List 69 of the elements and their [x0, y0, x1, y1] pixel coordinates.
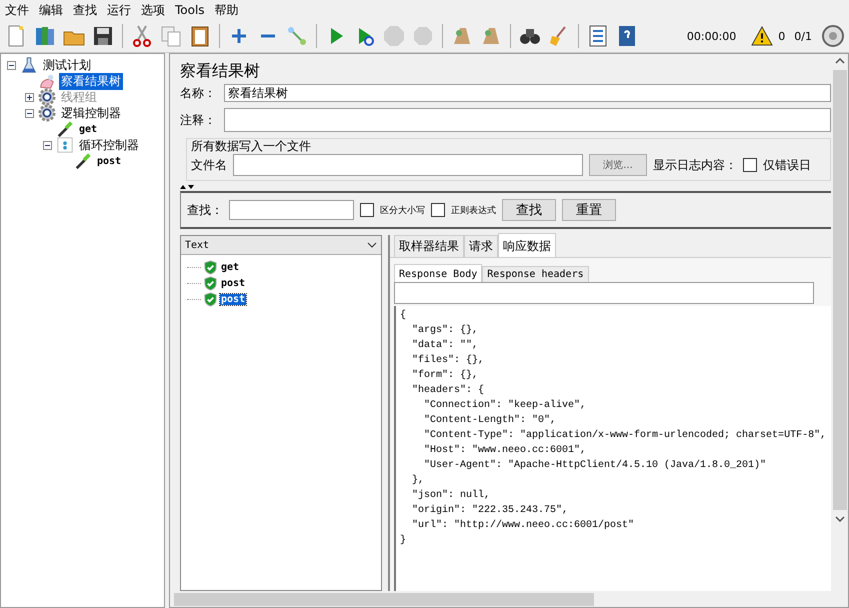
- tree-expander[interactable]: [43, 140, 53, 150]
- name-label: 名称：: [180, 84, 217, 102]
- tab[interactable]: 响应数据: [498, 233, 556, 257]
- errors-only-label: 仅错误日: [763, 156, 811, 174]
- response-search-field[interactable]: [394, 282, 814, 304]
- tree-item[interactable]: 察看结果树: [59, 72, 123, 90]
- group-title: 所有数据写入一个文件: [191, 138, 312, 154]
- comment-label: 注释：: [180, 112, 217, 128]
- loop-icon: [56, 136, 74, 154]
- elapsed-time: 00:00:00: [686, 30, 736, 42]
- menu-item[interactable]: 查找: [68, 2, 102, 18]
- pipette-icon: [56, 120, 74, 138]
- chevron-down-icon[interactable]: [835, 516, 845, 522]
- tab[interactable]: Response headers: [482, 266, 589, 282]
- status-indicator-icon: [821, 24, 845, 48]
- case-sensitive-checkbox[interactable]: [360, 203, 374, 217]
- shield-check-icon: [203, 292, 218, 306]
- name-field[interactable]: 察看结果树: [224, 84, 831, 102]
- menu-item[interactable]: 运行: [102, 2, 136, 18]
- reset-button[interactable]: 重置: [562, 199, 616, 221]
- menu-item[interactable]: Tools: [170, 3, 210, 17]
- tree-expander[interactable]: [7, 60, 17, 70]
- tab[interactable]: 取样器结果: [394, 235, 464, 257]
- result-item[interactable]: post: [220, 278, 246, 288]
- log-label: 显示日志内容：: [653, 156, 737, 174]
- thread-count: 0/1: [794, 30, 812, 42]
- shield-check-icon: [203, 276, 218, 290]
- comment-field[interactable]: [224, 108, 831, 132]
- menu-item[interactable]: 文件: [0, 2, 34, 18]
- pipette-icon: [74, 152, 92, 170]
- filename-label: 文件名: [191, 156, 227, 174]
- errors-only-checkbox[interactable]: [743, 158, 757, 172]
- result-item[interactable]: get: [220, 262, 240, 272]
- search-label: 查找：: [187, 202, 223, 218]
- renderer-dropdown[interactable]: Text: [181, 236, 381, 255]
- tab[interactable]: 请求: [464, 235, 498, 257]
- tree-item[interactable]: post: [95, 156, 124, 166]
- tab[interactable]: Response Body: [394, 264, 482, 282]
- gear-icon: [38, 104, 56, 122]
- find-button[interactable]: 查找: [502, 199, 556, 221]
- panel-title: 察看结果树: [180, 60, 261, 82]
- result-item[interactable]: post: [220, 294, 246, 304]
- regex-label: 正则表达式: [451, 204, 496, 216]
- filename-field[interactable]: [233, 154, 583, 176]
- tree-item[interactable]: 循环控制器: [77, 136, 141, 154]
- tree-expander[interactable]: [25, 108, 35, 118]
- splitter-arrows-icon[interactable]: [180, 184, 194, 190]
- floppy-icon[interactable]: [91, 24, 115, 48]
- tree-item[interactable]: 逻辑控制器: [59, 104, 123, 122]
- menu-item[interactable]: 帮助: [210, 2, 244, 18]
- case-sensitive-label: 区分大小写: [380, 204, 425, 216]
- tree-item[interactable]: get: [77, 124, 100, 134]
- browse-button[interactable]: 浏览...: [589, 154, 647, 176]
- search-field[interactable]: [229, 200, 354, 220]
- tree-item[interactable]: 测试计划: [41, 56, 93, 74]
- regex-checkbox[interactable]: [431, 203, 445, 217]
- warning-icon: [751, 26, 774, 46]
- menu-item[interactable]: 选项: [136, 2, 170, 18]
- menu-item[interactable]: 编辑: [34, 2, 68, 18]
- books-icon[interactable]: [33, 24, 57, 48]
- response-body: { "args": {}, "data": "", "files": {}, "form": {}, "headers": { "Connection": "keep-alive", "Content-Length": "0", "Content-Type": "application/x-www-form-urlencoded; charset=UTF-8", "Host": "www.neeo.cc:6001", "User-Agent": "Apache-HttpClient/4.5.10 (Java/1.8.0_201)" }, "json": null, "origin": "222.35.243.75", "url": "http://www.neeo.cc:6001/post" }: [394, 306, 831, 591]
- copy-icon[interactable]: [159, 24, 183, 48]
- chevron-up-icon[interactable]: [835, 58, 845, 64]
- warning-count: 0: [778, 30, 786, 42]
- shield-check-icon: [203, 260, 218, 274]
- gear-icon: [38, 88, 56, 106]
- chevron-down-icon: [367, 242, 377, 248]
- scissors-icon[interactable]: [130, 24, 154, 48]
- flask-icon: [20, 56, 38, 74]
